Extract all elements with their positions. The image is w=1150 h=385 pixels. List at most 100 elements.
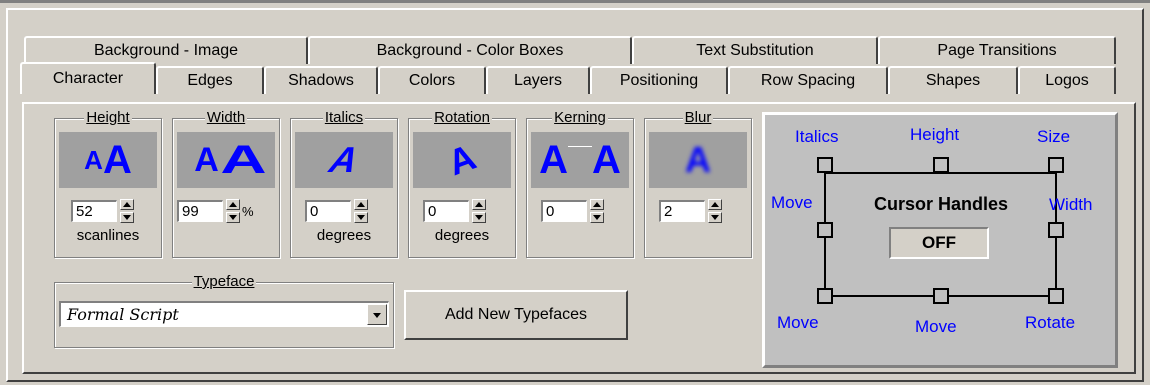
width-handle[interactable] <box>1048 222 1064 238</box>
typeface-group: Typeface Formal Script <box>54 273 394 348</box>
tab-label: Background - Color Boxes <box>376 42 564 59</box>
height-title: Height <box>84 109 132 126</box>
typeface-value: Formal Script <box>67 305 179 324</box>
italics-down-button[interactable] <box>354 212 368 223</box>
label-italics: Italics <box>795 127 839 146</box>
rotation-group: Rotation A degrees <box>408 109 516 258</box>
tab-edges[interactable]: Edges <box>156 66 264 94</box>
kerning-input[interactable] <box>541 200 587 222</box>
width-input[interactable] <box>177 200 223 222</box>
rotation-title: Rotation <box>432 109 492 126</box>
move-bottom-left-handle[interactable] <box>817 288 833 304</box>
size-handle[interactable] <box>1048 157 1064 173</box>
italics-up-button[interactable] <box>354 199 368 210</box>
window-top-edge <box>0 0 1150 3</box>
italics-title: Italics <box>322 109 366 126</box>
tab-shapes[interactable]: Shapes <box>888 66 1018 94</box>
move-left-handle[interactable] <box>817 222 833 238</box>
italics-input[interactable] <box>305 200 351 222</box>
height-up-button[interactable] <box>120 199 134 210</box>
tab-label: Page Transitions <box>937 42 1057 59</box>
kerning-title: Kerning <box>552 109 608 126</box>
tab-positioning[interactable]: Positioning <box>590 66 728 94</box>
add-typefaces-label: Add New Typefaces <box>444 306 587 323</box>
italics-unit: degrees <box>316 227 372 244</box>
tab-label: Edges <box>187 72 233 89</box>
kerning-arrow-icon <box>568 140 592 180</box>
height-preview-icon: AA <box>59 132 157 188</box>
character-panel: Height AA scanlines Width AA % Italics A <box>22 102 1136 374</box>
tab-label: Shapes <box>925 72 981 89</box>
kerning-spinner <box>541 199 604 223</box>
kerning-preview-icon: AA <box>531 132 629 188</box>
width-up-button[interactable] <box>226 199 240 210</box>
blur-up-button[interactable] <box>708 199 722 210</box>
rotation-unit: degrees <box>434 227 490 244</box>
width-unit: % <box>242 203 254 219</box>
label-rotate: Rotate <box>1025 313 1076 332</box>
tab-background-color-boxes[interactable]: Background - Color Boxes <box>308 36 632 64</box>
tab-layers[interactable]: Layers <box>486 66 590 94</box>
label-move-bottom: Move <box>915 317 957 336</box>
height-spinner <box>71 199 134 223</box>
height-unit: scanlines <box>76 227 140 244</box>
tab-label: Row Spacing <box>760 72 856 89</box>
tab-label: Background - Image <box>93 42 239 59</box>
label-size: Size <box>1037 127 1071 146</box>
kerning-group: Kerning AA <box>526 109 634 258</box>
typeface-title: Typeface <box>191 273 257 290</box>
height-group: Height AA scanlines <box>54 109 162 258</box>
dropdown-arrow-icon[interactable] <box>367 304 387 325</box>
rotation-spinner <box>423 199 486 223</box>
label-height: Height <box>910 125 960 144</box>
tab-label: Layers <box>513 72 563 89</box>
rotation-input[interactable] <box>423 200 469 222</box>
italics-handle[interactable] <box>817 157 833 173</box>
rotation-down-button[interactable] <box>472 212 486 223</box>
height-down-button[interactable] <box>120 212 134 223</box>
label-move-left: Move <box>771 193 813 212</box>
tab-logos[interactable]: Logos <box>1018 66 1116 94</box>
height-input[interactable] <box>71 200 117 222</box>
width-title: Width <box>204 109 248 126</box>
label-width: Width <box>1049 195 1093 214</box>
width-preview-icon: AA <box>177 132 275 188</box>
tab-shadows[interactable]: Shadows <box>264 66 378 94</box>
cursor-handles-toggle[interactable]: OFF <box>889 227 989 259</box>
rotation-preview-icon: A <box>413 132 511 188</box>
italics-spinner <box>305 199 368 223</box>
tab-label: Text Substitution <box>696 42 814 59</box>
character-settings-window: Background - Image Background - Color Bo… <box>6 8 1144 382</box>
tab-text-substitution[interactable]: Text Substitution <box>632 36 878 64</box>
move-bottom-handle[interactable] <box>933 288 949 304</box>
typeface-dropdown[interactable]: Formal Script <box>59 301 389 327</box>
tab-row-spacing[interactable]: Row Spacing <box>728 66 888 94</box>
add-new-typefaces-button[interactable]: Add New Typefaces <box>404 290 628 340</box>
blur-down-button[interactable] <box>708 212 722 223</box>
cursor-handles-panel[interactable]: Italics Height Size Move Width Move Move… <box>762 112 1118 368</box>
tab-colors[interactable]: Colors <box>378 66 486 94</box>
italics-group: Italics A degrees <box>290 109 398 258</box>
tab-label: Shadows <box>288 72 354 89</box>
tab-label: Logos <box>1045 72 1089 89</box>
cursor-handles-state: OFF <box>922 233 956 252</box>
blur-group: Blur A <box>644 109 752 258</box>
tab-character[interactable]: Character <box>20 62 156 94</box>
width-group: Width AA % <box>172 109 280 258</box>
rotate-handle[interactable] <box>1048 288 1064 304</box>
cursor-handles-title: Cursor Handles <box>873 194 1009 214</box>
height-handle[interactable] <box>933 157 949 173</box>
label-move-bottom-left: Move <box>777 313 819 332</box>
kerning-down-button[interactable] <box>590 212 604 223</box>
kerning-up-button[interactable] <box>590 199 604 210</box>
width-spinner: % <box>177 199 254 223</box>
tab-label: Positioning <box>619 72 699 89</box>
tab-page-transitions[interactable]: Page Transitions <box>878 36 1116 64</box>
italics-preview-icon: A <box>295 132 393 188</box>
rotation-up-button[interactable] <box>472 199 486 210</box>
width-down-button[interactable] <box>226 212 240 223</box>
blur-input[interactable] <box>659 200 705 222</box>
tab-background-image[interactable]: Background - Image <box>24 36 308 64</box>
blur-title: Blur <box>682 109 714 126</box>
tab-label: Character <box>52 70 124 87</box>
